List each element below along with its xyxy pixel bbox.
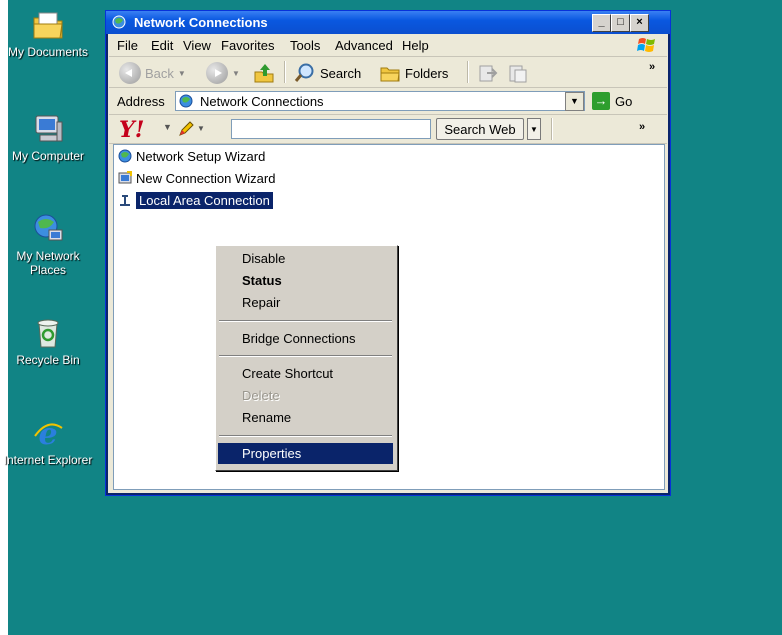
yahoo-logo[interactable]: Y! xyxy=(119,117,144,143)
address-label: Address xyxy=(117,94,165,109)
internet-explorer-icon: e xyxy=(34,417,63,450)
go-arrow-icon: → xyxy=(592,92,610,110)
yahoo-dropdown-icon[interactable]: ▼ xyxy=(163,122,172,132)
list-item-label: Network Setup Wizard xyxy=(136,148,266,164)
new-connection-wizard-icon xyxy=(118,171,132,184)
desktop-icon-my-computer[interactable]: My Computer xyxy=(0,112,96,163)
back-button[interactable]: Back ▼ xyxy=(119,62,186,84)
pencil-dropdown-icon[interactable]: ▼ xyxy=(197,124,205,133)
menu-item-delete: Delete xyxy=(242,388,280,403)
desktop-icon-label: Recycle Bin xyxy=(16,353,80,367)
minimize-button[interactable]: _ xyxy=(592,14,611,32)
menu-file[interactable]: File xyxy=(117,38,138,53)
svg-text:e: e xyxy=(38,417,57,450)
menu-item-properties[interactable]: Properties xyxy=(218,443,393,464)
my-documents-icon xyxy=(33,12,63,39)
toolbar-separator xyxy=(551,118,553,140)
yahoo-toolbar-chevron[interactable]: » xyxy=(639,121,645,133)
pencil-icon[interactable] xyxy=(177,120,195,138)
menu-item-create-shortcut[interactable]: Create Shortcut xyxy=(218,363,393,384)
folders-icon xyxy=(380,67,400,82)
desktop-icon-label: Internet Explorer xyxy=(3,453,93,467)
menu-item-disable[interactable]: Disable xyxy=(218,248,393,269)
list-item-new-connection-wizard[interactable]: New Connection Wizard xyxy=(118,169,275,187)
move-to-icon xyxy=(479,65,498,82)
menu-item-status[interactable]: Status xyxy=(218,270,393,291)
menu-separator xyxy=(219,355,392,357)
desktop-icon-internet-explorer[interactable]: e Internet Explorer xyxy=(0,416,96,467)
search-button[interactable]: Search xyxy=(294,62,361,84)
menu-separator xyxy=(219,320,392,322)
address-field[interactable]: Network Connections xyxy=(175,91,585,111)
title-bar[interactable]: Network Connections _ □ × xyxy=(106,11,670,34)
search-icon xyxy=(294,63,314,82)
network-setup-wizard-icon xyxy=(118,149,132,163)
list-item-label: New Connection Wizard xyxy=(136,170,276,186)
copy-to-button[interactable] xyxy=(507,62,529,84)
maximize-button[interactable]: □ xyxy=(611,14,630,32)
forward-button[interactable]: ▼ xyxy=(206,62,240,84)
my-computer-icon xyxy=(35,115,63,142)
back-arrow-icon xyxy=(119,62,141,84)
search-label: Search xyxy=(320,65,362,81)
address-bar: Address Network Connections ▼ → Go xyxy=(109,88,667,115)
up-button[interactable] xyxy=(253,62,275,84)
menu-separator xyxy=(219,435,392,437)
desktop-icon-recycle-bin[interactable]: Recycle Bin xyxy=(0,316,96,367)
menu-item-rename[interactable]: Rename xyxy=(218,407,393,428)
local-area-connection-icon xyxy=(120,195,130,206)
menu-item-bridge-connections[interactable]: Bridge Connections xyxy=(218,328,393,349)
desktop-icon-label: My Documents xyxy=(7,45,89,59)
menu-item-repair[interactable]: Repair xyxy=(218,292,393,313)
menu-favorites[interactable]: Favorites xyxy=(221,38,274,53)
forward-dropdown-icon: ▼ xyxy=(232,68,240,78)
up-folder-icon xyxy=(254,64,274,83)
menu-view[interactable]: View xyxy=(183,38,211,53)
back-dropdown-icon: ▼ xyxy=(177,68,186,78)
menu-edit[interactable]: Edit xyxy=(151,38,173,53)
menu-advanced[interactable]: Advanced xyxy=(335,38,393,53)
yahoo-search-input[interactable] xyxy=(231,119,431,139)
toolbar-separator xyxy=(467,61,469,83)
close-button[interactable]: × xyxy=(630,14,649,32)
menu-bar: File Edit View Favorites Tools Advanced … xyxy=(109,34,667,57)
toolbar-separator xyxy=(284,61,286,83)
recycle-bin-icon xyxy=(37,319,59,348)
desktop-icon-my-documents[interactable]: My Documents xyxy=(0,8,96,59)
go-label: Go xyxy=(615,93,633,109)
address-value: Network Connections xyxy=(200,94,324,109)
search-web-button[interactable]: Search Web xyxy=(436,118,524,140)
list-item-network-setup-wizard[interactable]: Network Setup Wizard xyxy=(118,147,265,165)
back-label: Back xyxy=(145,65,174,81)
go-button[interactable]: → Go xyxy=(592,92,632,110)
list-item-local-area-connection[interactable]: Local Area Connection xyxy=(118,191,273,209)
context-menu: Disable Status Repair Bridge Connections… xyxy=(215,245,398,471)
standard-toolbar: Back ▼ ▼ Search Folders » xyxy=(109,57,667,88)
desktop-icon-my-network-places[interactable]: My Network Places xyxy=(0,212,96,277)
network-connections-icon xyxy=(179,94,193,108)
forward-arrow-icon xyxy=(206,62,228,84)
copy-to-icon xyxy=(509,65,527,83)
window-title: Network Connections xyxy=(134,15,268,30)
desktop-icon-label: My Computer xyxy=(11,149,85,163)
menu-tools[interactable]: Tools xyxy=(290,38,320,53)
desktop-icon-label: My Network Places xyxy=(16,249,80,277)
list-item-label: Local Area Connection xyxy=(136,191,273,209)
network-connections-icon xyxy=(112,15,126,29)
folders-button[interactable]: Folders xyxy=(379,62,448,84)
address-dropdown-button[interactable]: ▼ xyxy=(565,92,584,111)
toolbar-chevron[interactable]: » xyxy=(649,61,655,73)
menu-help[interactable]: Help xyxy=(402,38,429,53)
folders-label: Folders xyxy=(405,65,449,81)
search-web-dropdown-button[interactable]: ▼ xyxy=(527,118,541,140)
yahoo-toolbar: Y! ▼ ▼ Search Web ▼ » xyxy=(109,115,667,144)
move-to-button[interactable] xyxy=(477,62,499,84)
windows-logo-icon xyxy=(637,38,655,52)
my-network-places-icon xyxy=(34,214,63,241)
